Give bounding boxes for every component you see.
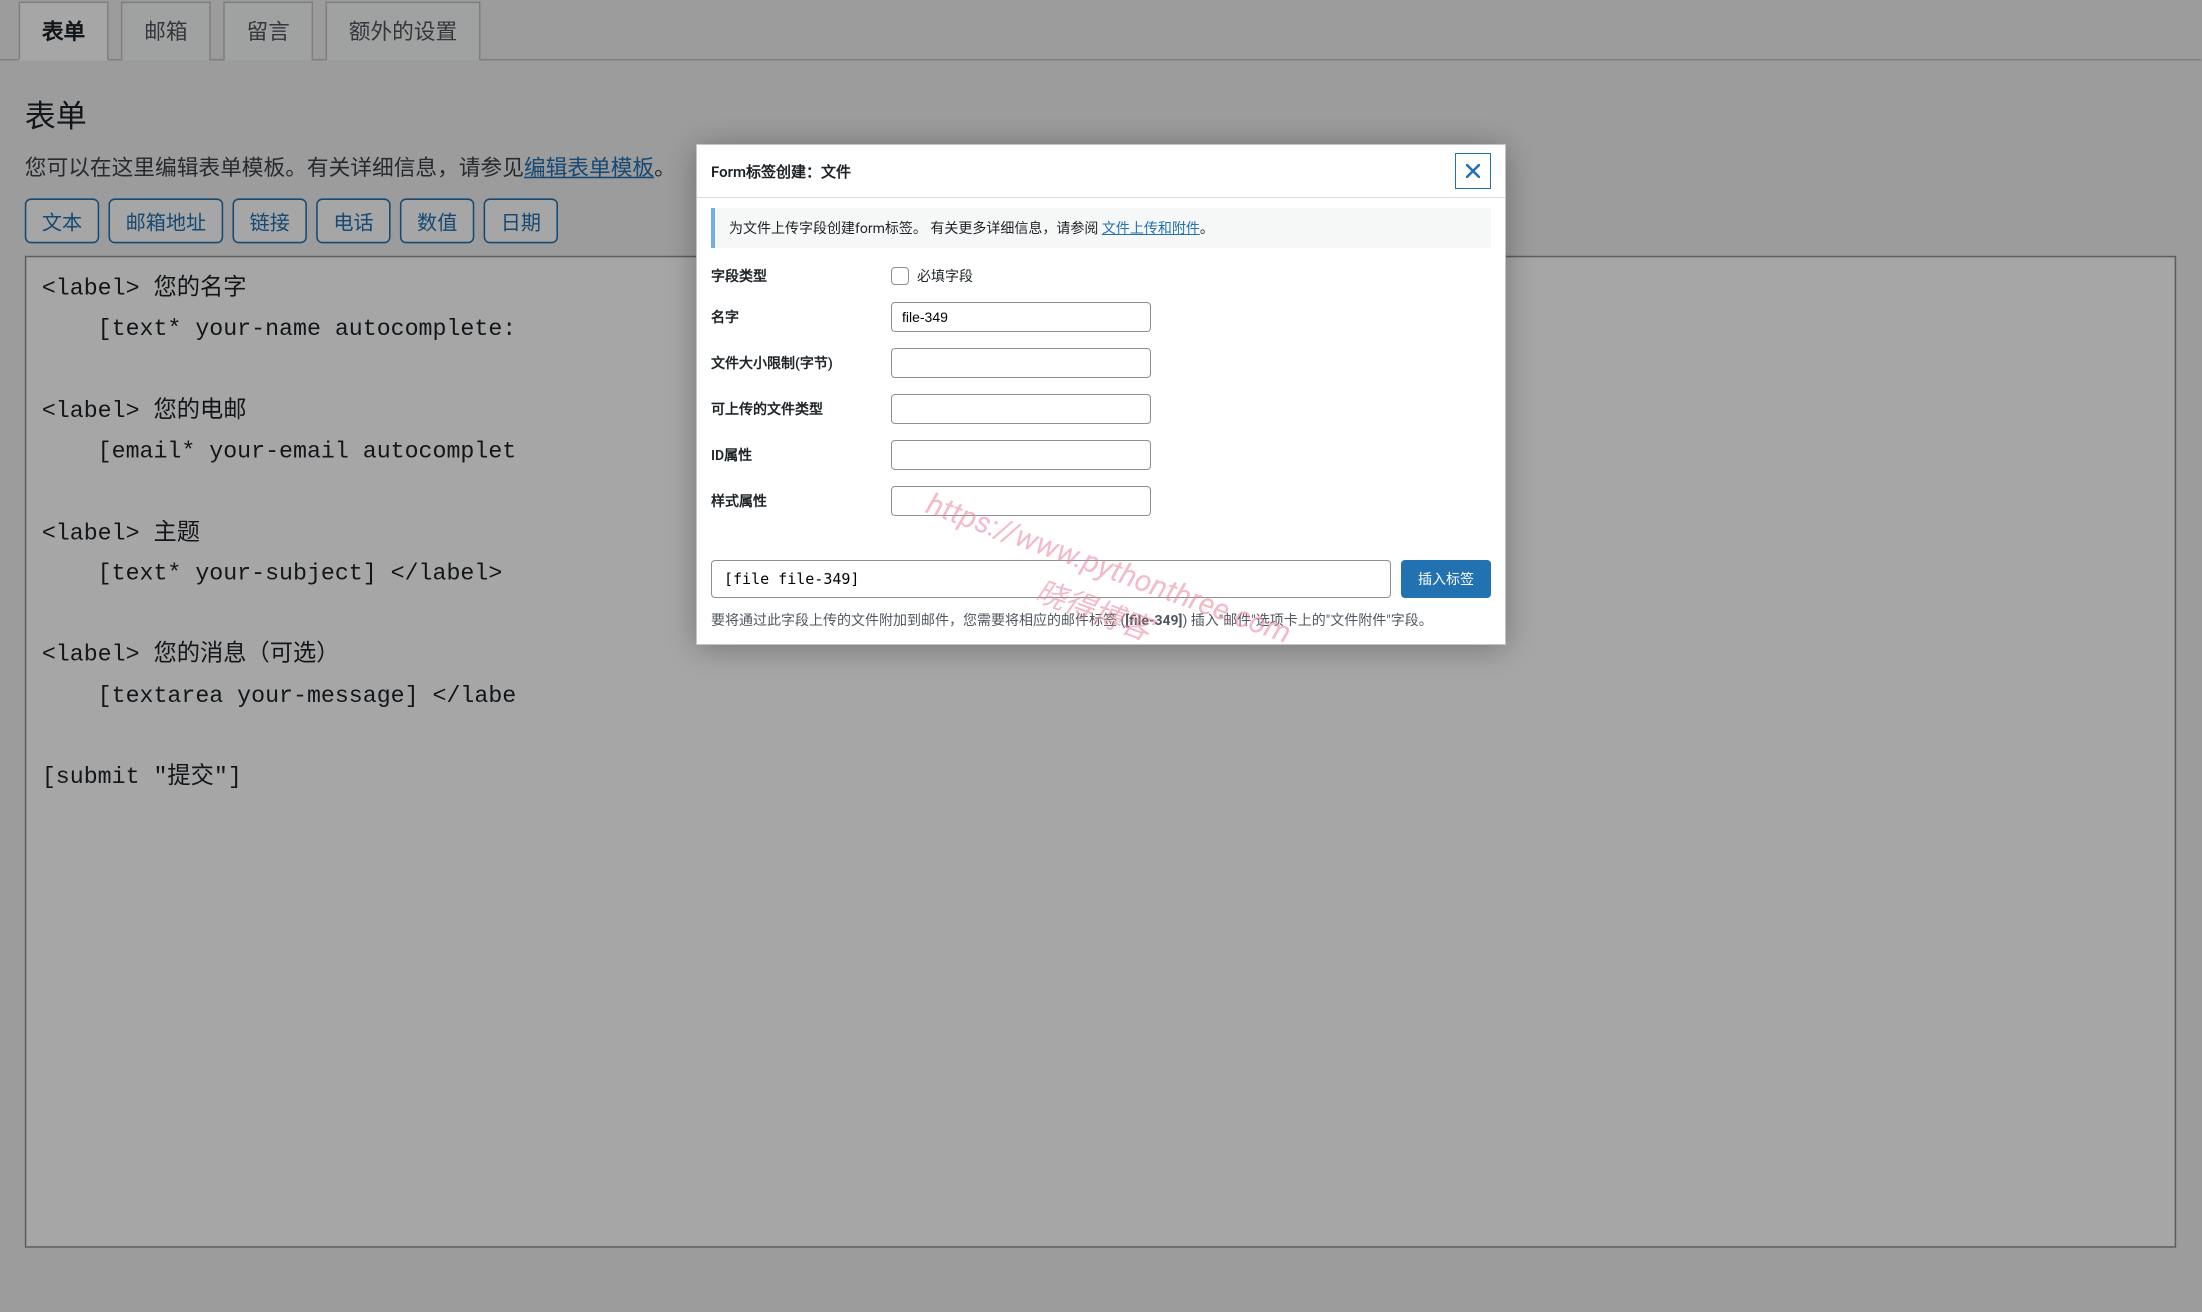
shortcode-input[interactable] [711, 560, 1391, 598]
footer-note: 要将通过此字段上传的文件附加到邮件，您需要将相应的邮件标签 ([file-349… [711, 610, 1491, 632]
modal-overlay: Form标签创建：文件 为文件上传字段创建form标签。 有关更多详细信息，请参… [0, 0, 2202, 1312]
required-checkbox-label: 必填字段 [917, 266, 973, 286]
id-attr-label: ID属性 [711, 445, 881, 465]
insert-tag-button[interactable]: 插入标签 [1401, 560, 1491, 598]
size-limit-label: 文件大小限制(字节) [711, 353, 881, 373]
field-type-label: 字段类型 [711, 266, 881, 286]
file-types-label: 可上传的文件类型 [711, 399, 881, 419]
info-box: 为文件上传字段创建form标签。 有关更多详细信息，请参阅 文件上传和附件。 [711, 208, 1491, 248]
dialog-title: Form标签创建：文件 [711, 161, 851, 182]
name-input[interactable] [891, 302, 1151, 332]
close-dialog-button[interactable] [1455, 153, 1491, 189]
class-attr-input[interactable] [891, 486, 1151, 516]
file-upload-doc-link[interactable]: 文件上传和附件 [1102, 221, 1200, 237]
size-limit-input[interactable] [891, 348, 1151, 378]
name-label: 名字 [711, 307, 881, 327]
file-types-input[interactable] [891, 394, 1151, 424]
id-attr-input[interactable] [891, 440, 1151, 470]
class-attr-label: 样式属性 [711, 491, 881, 511]
required-checkbox[interactable] [891, 267, 909, 285]
tag-generator-dialog: Form标签创建：文件 为文件上传字段创建form标签。 有关更多详细信息，请参… [696, 144, 1506, 645]
close-icon [1466, 164, 1480, 178]
